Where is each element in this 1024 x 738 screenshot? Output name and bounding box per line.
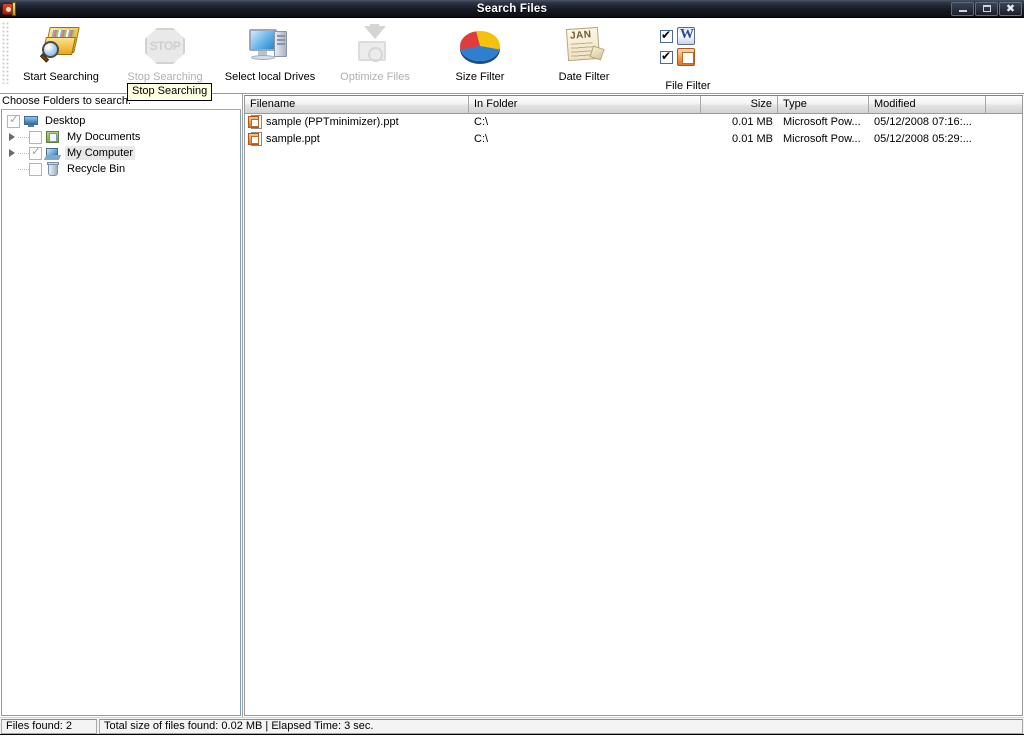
file-filter-button[interactable]: File Filter <box>636 18 740 92</box>
date-filter-label: Date Filter <box>558 71 610 83</box>
expand-my-documents-icon[interactable] <box>5 129 18 145</box>
optimize-files-button[interactable]: Optimize Files <box>323 18 427 92</box>
column-header-type[interactable]: Type <box>778 96 869 113</box>
size-filter-button[interactable]: Size Filter <box>428 18 532 92</box>
computer-icon <box>247 23 293 69</box>
powerpoint-file-icon <box>248 115 262 130</box>
recycle-bin-icon <box>45 161 61 177</box>
results-header-row: Filename In Folder Size Type Modified <box>245 96 1022 114</box>
select-local-drives-label: Select local Drives <box>224 71 316 83</box>
tree-item-my-computer-label: My Computer <box>65 146 136 160</box>
tree-item-my-documents-label: My Documents <box>67 131 141 143</box>
my-computer-checkbox[interactable] <box>29 144 42 160</box>
maximize-icon <box>982 5 991 12</box>
status-files-found: Files found: 2 <box>1 719 97 734</box>
size-filter-label: Size Filter <box>455 71 505 83</box>
word-icon <box>677 27 695 45</box>
column-header-size[interactable]: Size <box>701 96 778 113</box>
tree-connector <box>18 129 29 145</box>
recycle-bin-checkbox[interactable] <box>29 162 42 176</box>
file-filter-label: File Filter <box>665 80 711 92</box>
optimize-download-icon <box>352 23 398 69</box>
toolbar-grip[interactable] <box>2 22 9 84</box>
cell-type: Microsoft Pow... <box>783 133 861 145</box>
cell-modified: 05/12/2008 07:16:... <box>874 116 972 128</box>
cell-filename: sample (PPTminimizer).ppt <box>245 114 469 131</box>
cell-filename: sample.ppt <box>245 131 469 148</box>
window-controls: ✖ <box>951 1 1022 16</box>
powerpoint-checkbox[interactable] <box>660 49 673 64</box>
powerpoint-file-icon <box>248 132 262 147</box>
tree-item-recycle-bin[interactable]: Recycle Bin <box>5 161 240 177</box>
tree-connector <box>18 145 29 161</box>
desktop-checkbox[interactable] <box>7 112 20 128</box>
tree-item-my-computer[interactable]: My Computer <box>5 144 240 161</box>
minimize-icon <box>958 10 967 12</box>
date-filter-button[interactable]: JAN Date Filter <box>532 18 636 92</box>
status-bar: Files found: 2 Total size of files found… <box>0 717 1024 734</box>
cell-type: Microsoft Pow... <box>783 116 861 128</box>
cell-in-folder: C:\ <box>474 116 489 128</box>
my-documents-checkbox[interactable] <box>29 130 42 144</box>
search-files-window: Search Files ✖ Start Searching STOP Stop… <box>0 0 1024 738</box>
my-documents-icon <box>45 129 61 145</box>
desktop-icon <box>23 113 39 129</box>
status-summary: Total size of files found: 0.02 MB | Ela… <box>99 719 1023 734</box>
column-header-filename[interactable]: Filename <box>245 96 469 113</box>
table-row[interactable]: sample (PPTminimizer).ppt C:\ 0.01 MB Mi… <box>245 114 1022 131</box>
tree-item-desktop[interactable]: Desktop <box>5 112 240 129</box>
column-header-filler <box>986 96 1022 113</box>
tree-item-desktop-label: Desktop <box>45 115 86 127</box>
close-icon: ✖ <box>1005 1 1016 15</box>
window-bottom-edge <box>0 734 1024 738</box>
optimize-files-label: Optimize Files <box>340 71 410 83</box>
word-checkbox[interactable] <box>660 28 673 43</box>
title-bar: Search Files ✖ <box>0 0 1024 18</box>
cell-modified: 05/12/2008 05:29:... <box>874 133 972 145</box>
cell-size: 0.01 MB <box>732 133 773 145</box>
column-header-in-folder[interactable]: In Folder <box>469 96 701 113</box>
cell-filename-text: sample (PPTminimizer).ppt <box>266 116 399 128</box>
tooltip: Stop Searching <box>127 83 213 101</box>
results-panel: Filename In Folder Size Type Modified sa… <box>242 94 1024 717</box>
cell-filename-text: sample.ppt <box>266 133 320 145</box>
select-local-drives-button[interactable]: Select local Drives <box>218 18 322 92</box>
results-body: sample (PPTminimizer).ppt C:\ 0.01 MB Mi… <box>245 114 1022 715</box>
tree-connector <box>18 161 29 177</box>
tree-item-recycle-bin-label: Recycle Bin <box>67 163 126 175</box>
cell-in-folder: C:\ <box>474 133 489 145</box>
calendar-icon: JAN <box>561 23 607 69</box>
main-body: Choose Folders to search: Desktop My Doc… <box>0 94 1024 717</box>
results-list[interactable]: Filename In Folder Size Type Modified sa… <box>244 95 1023 716</box>
app-icon <box>2 1 18 16</box>
stop-searching-label: Stop Searching <box>127 71 203 83</box>
pie-chart-icon <box>457 23 503 69</box>
file-filter-powerpoint-row[interactable] <box>660 48 716 66</box>
maximize-button[interactable] <box>975 1 998 16</box>
stop-sign-icon: STOP <box>142 23 188 69</box>
folder-search-icon <box>38 23 84 69</box>
file-filter-icon <box>660 23 716 78</box>
table-row[interactable]: sample.ppt C:\ 0.01 MB Microsoft Pow... … <box>245 131 1022 148</box>
start-searching-label: Start Searching <box>23 71 99 83</box>
expand-my-computer-icon[interactable] <box>5 145 18 161</box>
minimize-button[interactable] <box>951 1 974 16</box>
close-button[interactable]: ✖ <box>999 1 1022 16</box>
window-title: Search Files <box>476 3 548 15</box>
folder-panel: Choose Folders to search: Desktop My Doc… <box>0 94 242 717</box>
stop-searching-button[interactable]: STOP Stop Searching <box>113 18 217 92</box>
column-header-modified[interactable]: Modified <box>869 96 986 113</box>
powerpoint-icon <box>677 48 695 66</box>
folder-tree[interactable]: Desktop My Documents My Computer <box>1 109 241 716</box>
cell-size: 0.01 MB <box>732 116 773 128</box>
file-filter-word-row[interactable] <box>660 27 716 45</box>
my-computer-icon <box>43 145 62 161</box>
start-searching-button[interactable]: Start Searching <box>9 18 113 92</box>
